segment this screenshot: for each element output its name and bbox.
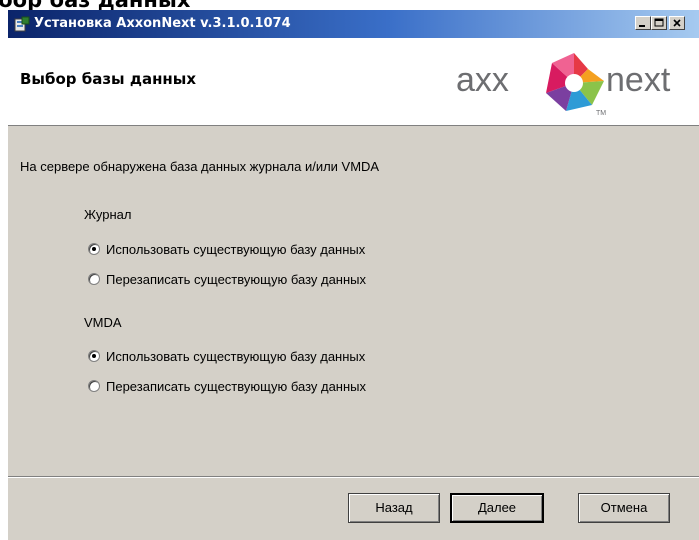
- vmda-use-existing-option[interactable]: Использовать существующую базу данных: [88, 347, 365, 365]
- vmda-overwrite-label: Перезаписать существующую базу данных: [106, 378, 367, 394]
- logo-tm: TM: [596, 110, 606, 117]
- logo-mark: [546, 53, 604, 111]
- journal-overwrite-label: Перезаписать существующую базу данных: [106, 271, 367, 287]
- title-bar[interactable]: Установка AxxonNext v.3.1.0.1074: [8, 10, 699, 38]
- cancel-button[interactable]: Отмена: [578, 493, 670, 523]
- vmda-use-existing-radio[interactable]: [88, 350, 100, 362]
- installer-icon: [14, 16, 30, 32]
- back-button[interactable]: Назад: [348, 493, 440, 523]
- installer-window: Установка AxxonNext v.3.1.0.1074 Выбор б…: [8, 10, 699, 540]
- page-title: Выбор базы данных: [20, 70, 197, 88]
- vmda-overwrite-option[interactable]: Перезаписать существующую базу данных: [88, 377, 366, 395]
- close-button[interactable]: [669, 16, 685, 30]
- journal-group-label: Журнал: [84, 207, 132, 222]
- maximize-button[interactable]: [651, 16, 667, 30]
- next-button[interactable]: Далее: [450, 493, 544, 523]
- journal-use-existing-label: Использовать существующую базу данных: [106, 241, 366, 257]
- intro-text: На сервере обнаружена база данных журнал…: [20, 159, 380, 174]
- journal-use-existing-option[interactable]: Использовать существующую базу данных: [88, 240, 365, 258]
- journal-overwrite-radio[interactable]: [88, 273, 100, 285]
- page-heading: бор баз данных: [0, 0, 190, 10]
- logo-left-text: axx: [456, 61, 509, 99]
- axxonnext-logo: axx next TM: [456, 53, 671, 117]
- logo-right-text: next: [606, 61, 671, 99]
- header-band: Выбор базы данных axx next TM: [8, 38, 699, 126]
- maximize-icon: [654, 18, 664, 27]
- footer-divider: [8, 476, 699, 478]
- minimize-icon: [639, 25, 645, 27]
- window-title: Установка AxxonNext v.3.1.0.1074: [34, 16, 291, 31]
- vmda-group-label: VMDA: [84, 315, 122, 330]
- close-icon: [673, 19, 681, 27]
- page-heading-strip: бор баз данных: [0, 0, 699, 10]
- vmda-use-existing-label: Использовать существующую базу данных: [106, 348, 366, 364]
- minimize-button[interactable]: [635, 16, 651, 30]
- journal-overwrite-option[interactable]: Перезаписать существующую базу данных: [88, 270, 366, 288]
- vmda-overwrite-radio[interactable]: [88, 380, 100, 392]
- journal-use-existing-radio[interactable]: [88, 243, 100, 255]
